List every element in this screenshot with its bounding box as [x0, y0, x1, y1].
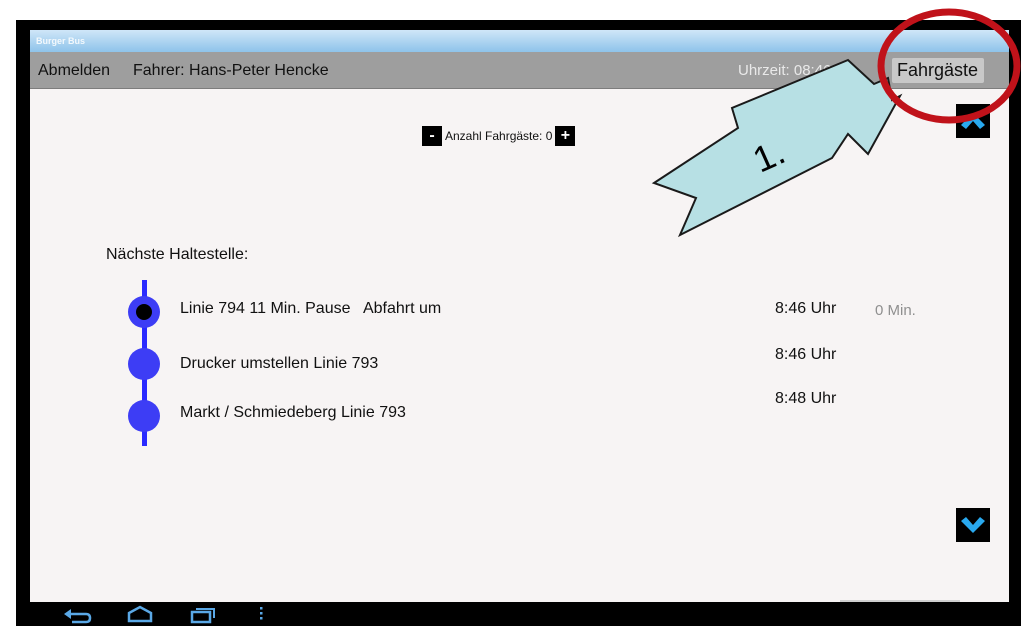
menu-icon[interactable] — [256, 604, 266, 624]
android-nav-bar — [30, 602, 1009, 626]
logout-button[interactable]: Abmelden — [38, 62, 110, 80]
stop-marker — [128, 348, 160, 380]
app-screen: Burger Bus Abmelden Fahrer: Hans-Peter H… — [30, 30, 1009, 626]
increase-passengers-button[interactable]: + — [555, 126, 576, 146]
device-border-top — [16, 20, 1021, 30]
stop-name-1: Linie 794 11 Min. Pause Abfahrt um — [180, 300, 442, 317]
driver-name: Fahrer: Hans-Peter Hencke — [133, 62, 329, 79]
device-border-left — [16, 20, 31, 626]
device-border-right — [1009, 20, 1021, 626]
passenger-count-label: Anzahl Fahrgäste: 0 — [445, 129, 553, 143]
stop-name-2: Drucker umstellen Linie 793 — [180, 355, 379, 372]
passenger-counter: - Anzahl Fahrgäste: 0 + — [422, 124, 576, 148]
chevron-up-icon — [961, 113, 985, 129]
scroll-down-button[interactable] — [956, 508, 990, 542]
recent-apps-icon[interactable] — [186, 604, 218, 624]
back-icon[interactable] — [62, 604, 94, 624]
stop-name-3: Markt / Schmiedeberg Linie 793 — [180, 404, 406, 421]
home-icon[interactable] — [124, 604, 156, 624]
stop-marker-current — [128, 296, 160, 328]
stop-delay-1: 0 Min. — [875, 302, 916, 319]
chevron-down-icon — [961, 517, 985, 533]
scroll-up-button[interactable] — [956, 104, 990, 138]
decrease-passengers-button[interactable]: - — [422, 126, 442, 146]
stop-marker — [128, 400, 160, 432]
window-titlebar: Burger Bus — [30, 30, 1009, 52]
window-title: Burger Bus — [36, 36, 86, 46]
stop-time-1: 8:46 Uhr — [775, 300, 837, 317]
stop-time-3: 8:48 Uhr — [775, 390, 837, 407]
header-bar: Abmelden Fahrer: Hans-Peter Hencke Uhrze… — [30, 52, 1009, 89]
clock-display: Uhrzeit: 08:46:00 — [738, 62, 853, 79]
stop-time-2: 8:46 Uhr — [775, 346, 837, 363]
passengers-tab-button[interactable]: Fahrgäste — [892, 58, 985, 83]
next-stop-heading: Nächste Haltestelle: — [106, 246, 249, 263]
